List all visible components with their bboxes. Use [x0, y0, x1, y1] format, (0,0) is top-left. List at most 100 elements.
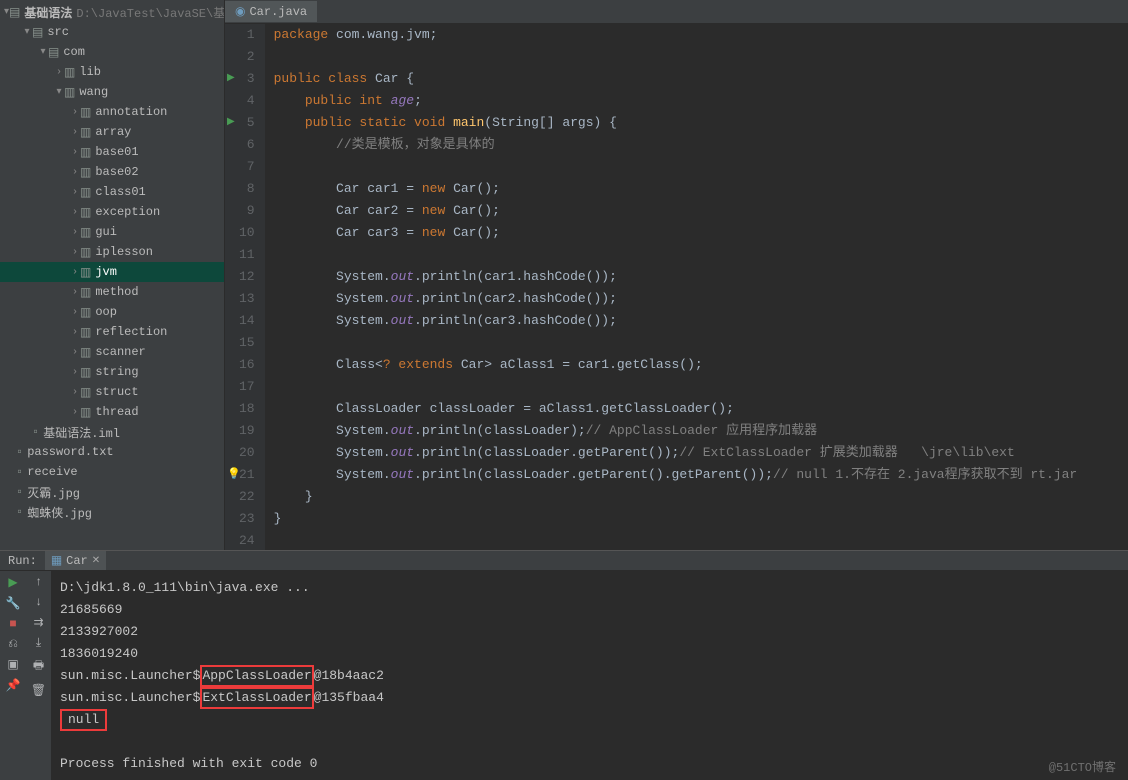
code-line[interactable]: }: [274, 508, 1120, 530]
code-line[interactable]: Car car3 = new Car();: [274, 222, 1120, 244]
code-line[interactable]: System.out.println(car2.hashCode());: [274, 288, 1120, 310]
tree-item-password.txt[interactable]: ▫password.txt: [0, 442, 224, 462]
gutter-line: ▶3: [239, 68, 255, 90]
console-line: 1836019240: [60, 646, 138, 661]
console-text: @135fbaa4: [314, 690, 384, 705]
gutter-line: 8: [239, 178, 255, 200]
gutter-line: 18: [239, 398, 255, 420]
softwrap-icon[interactable]: ⇉: [33, 615, 43, 630]
code-line[interactable]: [274, 244, 1120, 266]
run-tab-label: Car: [66, 554, 88, 568]
run-body: ▶ 🔧 ■ ⎌ ▣ 📌 ↑ ↓ ⇉ ⤓ 🖶 🗑 D:\jdk1.8.0_111\…: [0, 571, 1128, 780]
print-icon[interactable]: 🖶: [33, 656, 44, 677]
run-tools-left: ▶ 🔧 ■ ⎌ ▣ 📌: [0, 571, 26, 780]
code-line[interactable]: System.out.println(car1.hashCode());: [274, 266, 1120, 288]
tree-item-struct[interactable]: ›▥struct: [0, 382, 224, 402]
run-gutter-icon[interactable]: ▶: [227, 112, 235, 134]
code-line[interactable]: System.out.println(classLoader);// AppCl…: [274, 420, 1120, 442]
gutter-line: 22: [239, 486, 255, 508]
code-line[interactable]: [274, 46, 1120, 68]
rerun-icon[interactable]: ▶: [8, 575, 17, 590]
tree-item-reflection[interactable]: ›▥reflection: [0, 322, 224, 342]
code-line[interactable]: System.out.println(classLoader.getParent…: [274, 442, 1120, 464]
code-line[interactable]: Car car1 = new Car();: [274, 178, 1120, 200]
code-line[interactable]: [274, 530, 1120, 550]
up-icon[interactable]: ↑: [35, 575, 42, 589]
gutter-line: 💡21: [239, 464, 255, 486]
code-line[interactable]: //类是模板，对象是具体的: [274, 134, 1120, 156]
clear-icon[interactable]: 🗑: [31, 683, 46, 698]
tree-item-lib[interactable]: ›▥lib: [0, 62, 224, 82]
stop-icon[interactable]: ■: [9, 617, 16, 631]
run-tools-left2: ↑ ↓ ⇉ ⤓ 🖶 🗑: [26, 571, 52, 780]
run-tab[interactable]: ▦ Car ✕: [45, 551, 106, 570]
run-config-icon: ▦: [51, 553, 62, 568]
tree-item-thread[interactable]: ›▥thread: [0, 402, 224, 422]
code-editor[interactable]: 12▶34▶567891011121314151617181920💡212223…: [225, 24, 1128, 550]
code-line[interactable]: System.out.println(car3.hashCode());: [274, 310, 1120, 332]
run-header: Run: ▦ Car ✕: [0, 551, 1128, 571]
tree-item-iplesson[interactable]: ›▥iplesson: [0, 242, 224, 262]
console-line: D:\jdk1.8.0_111\bin\java.exe ...: [60, 580, 310, 595]
project-tree[interactable]: ▾▤基础语法D:\JavaTest\JavaSE\基▾▤src▾▤com›▥li…: [0, 0, 224, 550]
tree-item-jvm[interactable]: ›▥jvm: [0, 262, 224, 282]
tree-item-com[interactable]: ▾▤com: [0, 42, 224, 62]
down-icon[interactable]: ↓: [35, 595, 42, 609]
tree-item-基础语法.iml[interactable]: ▫基础语法.iml: [0, 422, 224, 442]
close-icon[interactable]: ✕: [92, 555, 100, 567]
tree-item-method[interactable]: ›▥method: [0, 282, 224, 302]
code-line[interactable]: }: [274, 486, 1120, 508]
scroll-icon[interactable]: ⤓: [36, 636, 41, 650]
tree-item-oop[interactable]: ›▥oop: [0, 302, 224, 322]
pin-icon[interactable]: 📌: [6, 678, 21, 693]
code-line[interactable]: public int age;: [274, 90, 1120, 112]
dump-icon[interactable]: ⎌: [8, 637, 18, 651]
tree-item-scanner[interactable]: ›▥scanner: [0, 342, 224, 362]
tree-item-src[interactable]: ▾▤src: [0, 22, 224, 42]
tree-item-class01[interactable]: ›▥class01: [0, 182, 224, 202]
project-root[interactable]: ▾▤基础语法D:\JavaTest\JavaSE\基: [0, 2, 224, 22]
gutter-line: 16: [239, 354, 255, 376]
tree-item-base01[interactable]: ›▥base01: [0, 142, 224, 162]
tree-item-灭霸.jpg[interactable]: ▫灭霸.jpg: [0, 482, 224, 502]
tree-item-蜘蛛侠.jpg[interactable]: ▫蜘蛛侠.jpg: [0, 502, 224, 522]
code-line[interactable]: [274, 376, 1120, 398]
tree-item-wang[interactable]: ▾▥wang: [0, 82, 224, 102]
console-output[interactable]: D:\jdk1.8.0_111\bin\java.exe ... 2168566…: [52, 571, 1128, 780]
code-line[interactable]: ClassLoader classLoader = aClass1.getCla…: [274, 398, 1120, 420]
code-line[interactable]: [274, 332, 1120, 354]
tree-item-gui[interactable]: ›▥gui: [0, 222, 224, 242]
code-line[interactable]: System.out.println(classLoader.getParent…: [274, 464, 1120, 486]
code-line[interactable]: [274, 156, 1120, 178]
editor-tab-label: Car.java: [249, 5, 307, 19]
code-line[interactable]: Class<? extends Car> aClass1 = car1.getC…: [274, 354, 1120, 376]
tree-item-array[interactable]: ›▥array: [0, 122, 224, 142]
editor-tab-car[interactable]: ◉ Car.java: [225, 1, 317, 22]
tree-item-annotation[interactable]: ›▥annotation: [0, 102, 224, 122]
tree-item-receive[interactable]: ▫receive: [0, 462, 224, 482]
gutter-line: 12: [239, 266, 255, 288]
gutter: 12▶34▶567891011121314151617181920💡212223…: [225, 24, 266, 550]
code-line[interactable]: public static void main(String[] args) {: [274, 112, 1120, 134]
code-line[interactable]: Car car2 = new Car();: [274, 200, 1120, 222]
layout-icon[interactable]: ▣: [7, 657, 18, 672]
run-gutter-icon[interactable]: ▶: [227, 68, 235, 90]
gutter-line: 2: [239, 46, 255, 68]
editor-tabs: ◉ Car.java: [225, 0, 1128, 24]
code-line[interactable]: package com.wang.jvm;: [274, 24, 1120, 46]
code-content[interactable]: package com.wang.jvm;public class Car { …: [266, 24, 1128, 550]
tree-item-string[interactable]: ›▥string: [0, 362, 224, 382]
tree-item-exception[interactable]: ›▥exception: [0, 202, 224, 222]
console-text: sun.misc.Launcher$: [60, 668, 200, 683]
console-line: 2133927002: [60, 624, 138, 639]
gutter-line: 20: [239, 442, 255, 464]
gutter-line: 10: [239, 222, 255, 244]
bulb-icon[interactable]: 💡: [227, 464, 241, 486]
console-line: 21685669: [60, 602, 122, 617]
gutter-line: 17: [239, 376, 255, 398]
tree-item-base02[interactable]: ›▥base02: [0, 162, 224, 182]
wrench-icon[interactable]: 🔧: [6, 596, 21, 611]
console-text: sun.misc.Launcher$: [60, 690, 200, 705]
run-panel: Run: ▦ Car ✕ ▶ 🔧 ■ ⎌ ▣ 📌 ↑ ↓ ⇉ ⤓ 🖶 🗑 D:\…: [0, 550, 1128, 765]
code-line[interactable]: public class Car {: [274, 68, 1120, 90]
